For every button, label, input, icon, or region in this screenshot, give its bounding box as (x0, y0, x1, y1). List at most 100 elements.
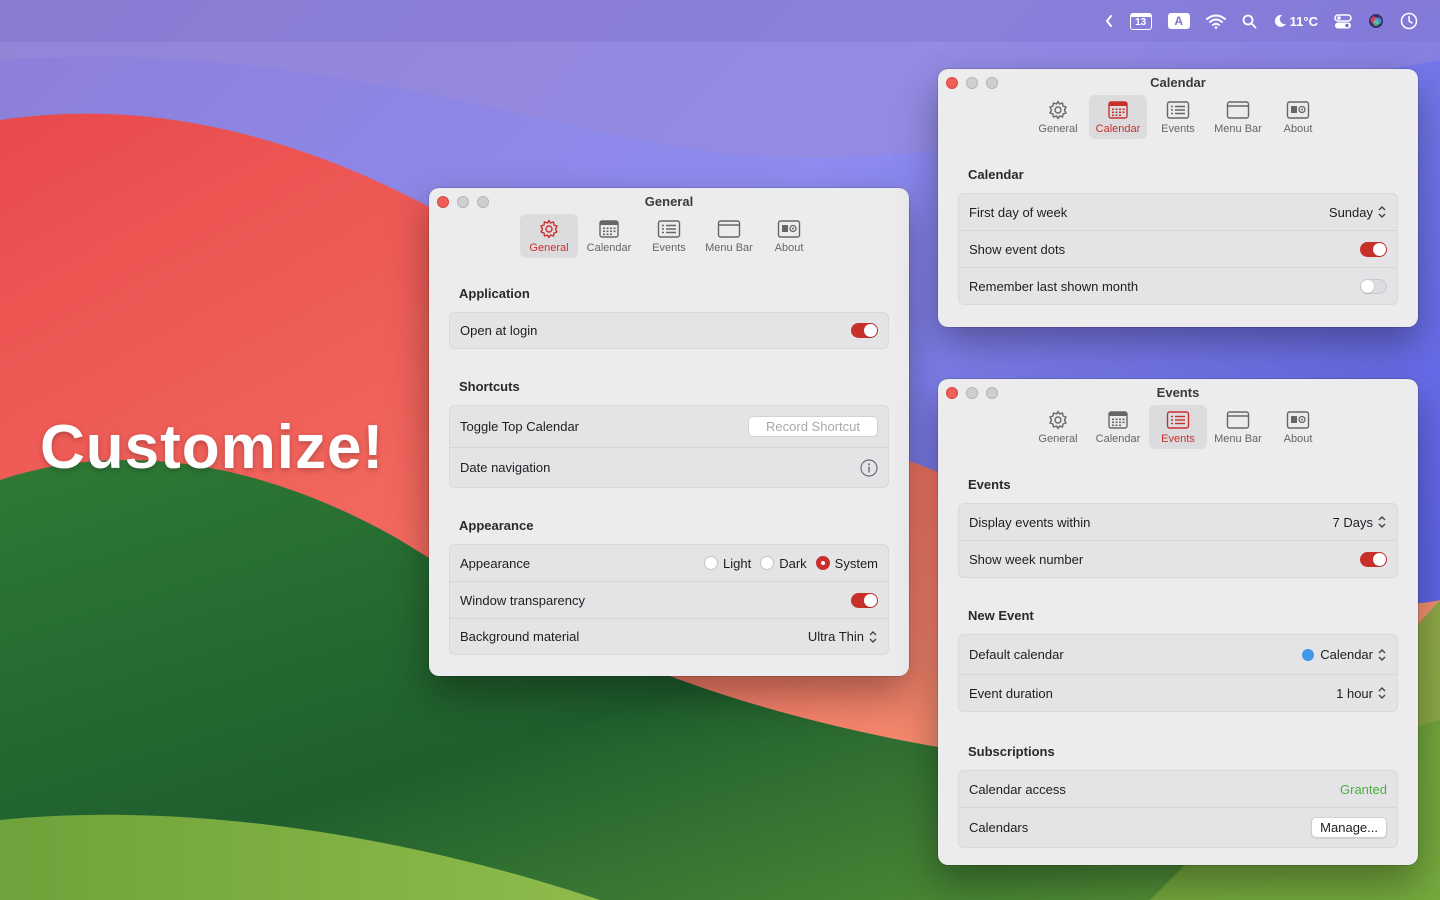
window-transparency-toggle[interactable] (851, 592, 878, 608)
subscriptions-group: Calendar access Granted Calendars Manage… (958, 770, 1398, 848)
show-week-number-toggle[interactable] (1360, 551, 1387, 567)
tab-events[interactable]: Events (1149, 95, 1207, 139)
appearance-radio-group: Light Dark System (704, 556, 878, 571)
remember-month-row: Remember last shown month (959, 267, 1397, 304)
calendar-date-icon[interactable]: 13 (1122, 0, 1160, 42)
input-source-badge: A (1167, 13, 1190, 29)
tab-general[interactable]: General (1029, 95, 1087, 139)
wifi-icon[interactable] (1198, 0, 1234, 42)
tab-events[interactable]: Events (1149, 405, 1207, 449)
row-label: Show event dots (969, 241, 1066, 257)
radio-light[interactable]: Light (704, 556, 751, 571)
radio-button-selected[interactable] (815, 556, 830, 570)
titlebar: Events (938, 379, 1418, 405)
tab-label: Events (1161, 123, 1195, 135)
tab-label: Menu Bar (1214, 433, 1262, 445)
radio-button[interactable] (760, 556, 775, 570)
section-title-calendar: Calendar (968, 167, 1024, 182)
clock-icon[interactable] (1392, 0, 1426, 42)
row-label: Event duration (969, 685, 1053, 701)
open-at-login-toggle[interactable] (851, 323, 878, 338)
first-day-popup[interactable]: Sunday (1329, 205, 1387, 220)
default-calendar-popup[interactable]: Calendar (1302, 647, 1387, 662)
tab-label: General (1038, 123, 1078, 135)
shortcuts-group: Toggle Top Calendar Record Shortcut Date… (449, 405, 889, 488)
access-status: Granted (1340, 781, 1387, 797)
manage-button[interactable]: Manage... (1311, 817, 1387, 838)
event-duration-popup[interactable]: 1 hour (1336, 686, 1387, 701)
row-label: Calendars (969, 820, 1029, 835)
row-label: Toggle Top Calendar (460, 419, 580, 434)
id-card-icon (777, 218, 801, 240)
section-title-application: Application (459, 286, 530, 301)
calendar-group: First day of week Sunday Show event dots… (958, 193, 1398, 305)
tab-menu-bar[interactable]: Menu Bar (1209, 95, 1267, 139)
popup-value: Calendar (1320, 647, 1373, 662)
settings-content: Calendar First day of week Sunday Show e… (938, 167, 1418, 325)
row-label: Date navigation (460, 460, 551, 475)
general-settings-window: General General Calendar Events Menu Bar… (429, 188, 909, 676)
row-label: Calendar access (969, 781, 1066, 797)
display-events-within-popup[interactable]: 7 Days (1333, 515, 1387, 530)
list-icon (1166, 99, 1190, 121)
tab-label: General (529, 242, 569, 254)
input-source-icon[interactable]: A (1160, 0, 1198, 42)
tab-label: Menu Bar (1214, 123, 1262, 135)
calendar-icon (1107, 409, 1129, 431)
tab-general[interactable]: General (520, 214, 578, 258)
tab-menu-bar[interactable]: Menu Bar (1209, 405, 1267, 449)
tab-events[interactable]: Events (640, 214, 698, 258)
popup-value: Sunday (1328, 204, 1373, 220)
headline: Customize! (40, 413, 385, 482)
gear-icon (538, 218, 560, 240)
section-title-shortcuts: Shortcuts (459, 379, 520, 394)
titlebar: Calendar (938, 69, 1418, 95)
open-at-login-row: Open at login (450, 313, 888, 348)
row-label: Remember last shown month (969, 278, 1139, 294)
tab-calendar[interactable]: Calendar (1089, 405, 1147, 449)
row-label: First day of week (969, 204, 1068, 220)
search-icon[interactable] (1234, 0, 1265, 42)
titlebar: General (429, 188, 909, 214)
tab-label: Events (652, 242, 686, 254)
tab-about[interactable]: About (760, 214, 818, 258)
tab-general[interactable]: General (1029, 405, 1087, 449)
new-event-group: Default calendar Calendar Event duration… (958, 634, 1398, 712)
row-label: Background material (460, 629, 580, 644)
gear-icon (1047, 409, 1069, 431)
tab-about[interactable]: About (1269, 95, 1327, 139)
chevron-left-icon[interactable] (1096, 0, 1122, 42)
tab-menu-bar[interactable]: Menu Bar (700, 214, 758, 258)
radio-dark[interactable]: Dark (760, 555, 807, 571)
section-title-subscriptions: Subscriptions (968, 744, 1055, 759)
events-group: Display events within 7 Days Show week n… (958, 503, 1398, 578)
tab-about[interactable]: About (1269, 405, 1327, 449)
record-shortcut-button[interactable]: Record Shortcut (748, 416, 878, 437)
background-material-popup[interactable]: Ultra Thin (808, 629, 878, 644)
tab-calendar[interactable]: Calendar (1089, 95, 1147, 139)
moon-cloud-icon (1274, 14, 1286, 27)
row-label: Show week number (969, 551, 1084, 567)
row-label: Default calendar (969, 647, 1064, 662)
calendar-color-dot (1302, 648, 1315, 661)
tab-label: General (1038, 433, 1078, 445)
show-event-dots-toggle[interactable] (1360, 241, 1387, 257)
window-title: Calendar (1150, 75, 1206, 90)
radio-system[interactable]: System (815, 556, 878, 571)
settings-toolbar: General Calendar Events Menu Bar About (938, 405, 1418, 453)
menu-bar: 13 A 11°C (0, 0, 1440, 42)
weather-widget[interactable]: 11°C (1265, 0, 1326, 42)
control-center-icon[interactable] (1326, 0, 1360, 42)
show-week-number-row: Show week number (959, 540, 1397, 577)
window-icon (1226, 409, 1250, 431)
appearance-group: Appearance Light Dark System Window tran… (449, 544, 889, 655)
radio-button[interactable] (704, 556, 718, 570)
tab-calendar[interactable]: Calendar (580, 214, 638, 258)
radio-label: Dark (779, 555, 807, 571)
default-calendar-row: Default calendar Calendar (959, 635, 1397, 674)
siri-icon[interactable] (1360, 0, 1392, 42)
info-icon[interactable] (860, 458, 878, 477)
remember-month-toggle[interactable] (1360, 278, 1387, 294)
id-card-icon (1286, 409, 1310, 431)
chevron-up-down-icon (1378, 206, 1386, 218)
